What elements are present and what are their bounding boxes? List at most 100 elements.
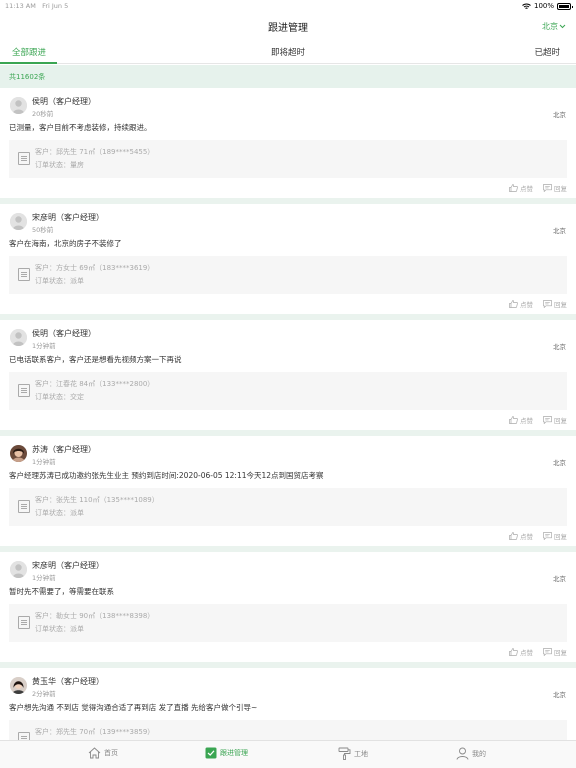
followup-card[interactable]: 侯明（客户经理） 20秒前 北京 已测量，客户目前不考虑装修，持续跟进。 客户：… — [0, 88, 576, 198]
reply-button[interactable]: 回复 — [543, 647, 567, 657]
order-info[interactable]: 客户：张先生 110㎡（135****1089） 订单状态：派单 — [9, 488, 567, 526]
manager-name: 苏涛（客户经理） — [32, 445, 96, 454]
like-label: 点赞 — [520, 185, 533, 193]
reply-label: 回复 — [554, 649, 567, 657]
avatar-placeholder-icon — [10, 329, 27, 346]
wifi-icon — [522, 3, 531, 9]
city-label: 北京 — [553, 227, 566, 235]
document-icon — [18, 384, 30, 397]
order-status: 订单状态：派单 — [35, 509, 84, 517]
reply-button[interactable]: 回复 — [543, 415, 567, 425]
order-info[interactable]: 客户：江春花 84㎡（133****2800） 订单状态：交定 — [9, 372, 567, 410]
followup-list[interactable]: 侯明（客户经理） 20秒前 北京 已测量，客户目前不考虑装修，持续跟进。 客户：… — [0, 88, 576, 740]
status-time: 11:13 AM Fri Jun 5 — [5, 2, 69, 10]
followup-time: 1分钟前 — [32, 574, 56, 582]
comment-icon — [543, 648, 552, 656]
avatar — [10, 445, 27, 462]
thumbs-up-icon — [509, 532, 518, 540]
check-icon — [205, 747, 217, 759]
tab-expired[interactable]: 已超时 — [534, 46, 560, 58]
status-right: 100% — [522, 2, 573, 10]
followup-time: 50秒前 — [32, 226, 54, 234]
city-label: 北京 — [553, 111, 566, 119]
like-button[interactable]: 点赞 — [509, 531, 533, 541]
reply-label: 回复 — [554, 301, 567, 309]
followup-content: 暂时先不需要了，等需要在联系 — [9, 587, 114, 596]
comment-icon — [543, 184, 552, 192]
thumbs-up-icon — [509, 648, 518, 656]
like-button[interactable]: 点赞 — [509, 647, 533, 657]
thumbs-up-icon — [509, 184, 518, 192]
bottom-tab-label: 工地 — [354, 749, 368, 758]
followup-card[interactable]: 宋彦明（客户经理） 50秒前 北京 客户在海南，北京的房子不装修了 客户：方女士… — [0, 204, 576, 314]
card-actions: 点赞 回复 — [509, 415, 567, 425]
nav-bar: 跟进管理 北京 — [0, 13, 576, 38]
comment-icon — [543, 532, 552, 540]
order-info[interactable]: 客户：郑先生 70㎡（139****3859） 订单状态：派单 — [9, 720, 567, 740]
active-tab-indicator — [0, 62, 57, 64]
city-label: 北京 — [553, 575, 566, 583]
bottom-tab-site[interactable]: 工地 — [338, 747, 368, 760]
total-count: 共11602条 — [9, 73, 46, 81]
customer-info: 客户：张先生 110㎡（135****1089） — [35, 496, 159, 504]
card-actions: 点赞 回复 — [509, 183, 567, 193]
reply-button[interactable]: 回复 — [543, 531, 567, 541]
followup-card[interactable]: 黄玉华（客户经理） 2分钟前 北京 客户想先沟通 不到店 觉得沟通合适了再到店 … — [0, 668, 576, 740]
city-label: 北京 — [553, 343, 566, 351]
manager-name: 宋彦明（客户经理） — [32, 213, 104, 222]
bottom-tab-followup[interactable]: 跟进管理 — [205, 747, 248, 759]
bottom-tab-bar: 首页 跟进管理 工地 我的 — [0, 740, 576, 768]
like-button[interactable]: 点赞 — [509, 183, 533, 193]
followup-content: 已电话联系客户，客户还是想看先视频方案一下再说 — [9, 355, 182, 364]
thumbs-up-icon — [509, 416, 518, 424]
order-status: 订单状态：派单 — [35, 625, 84, 633]
card-actions: 点赞 回复 — [509, 647, 567, 657]
like-button[interactable]: 点赞 — [509, 299, 533, 309]
like-button[interactable]: 点赞 — [509, 415, 533, 425]
document-icon — [18, 152, 30, 165]
manager-name: 侯明（客户经理） — [32, 97, 96, 106]
order-info[interactable]: 客户：邱先生 71㎡（189****5455） 订单状态：量房 — [9, 140, 567, 178]
bottom-tab-label: 我的 — [472, 749, 486, 758]
followup-card[interactable]: 宋彦明（客户经理） 1分钟前 北京 暂时先不需要了，等需要在联系 客户：勒女士 … — [0, 552, 576, 662]
order-info[interactable]: 客户：方女士 69㎡（183****3619） 订单状态：派单 — [9, 256, 567, 294]
page-title: 跟进管理 — [268, 23, 308, 34]
followup-card[interactable]: 苏涛（客户经理） 1分钟前 北京 客户经理苏涛已成功邀约张先生业主 预约到店时间… — [0, 436, 576, 546]
customer-info: 客户：方女士 69㎡（183****3619） — [35, 264, 155, 272]
order-info[interactable]: 客户：勒女士 90㎡（138****8398） 订单状态：派单 — [9, 604, 567, 642]
city-selector[interactable]: 北京 — [542, 21, 566, 32]
manager-name: 侯明（客户经理） — [32, 329, 96, 338]
thumbs-up-icon — [509, 300, 518, 308]
customer-info: 客户：郑先生 70㎡（139****3859） — [35, 728, 155, 736]
reply-button[interactable]: 回复 — [543, 183, 567, 193]
tab-all-followups[interactable]: 全部跟进 — [12, 46, 46, 58]
like-label: 点赞 — [520, 417, 533, 425]
document-icon — [18, 616, 30, 629]
followup-time: 1分钟前 — [32, 342, 56, 350]
status-bar: 11:13 AM Fri Jun 5 100% — [0, 0, 576, 13]
bottom-tab-home[interactable]: 首页 — [88, 747, 118, 759]
card-actions: 点赞 回复 — [509, 531, 567, 541]
chevron-down-icon — [559, 24, 566, 29]
customer-info: 客户：勒女士 90㎡（138****8398） — [35, 612, 155, 620]
followup-card[interactable]: 侯明（客户经理） 1分钟前 北京 已电话联系客户，客户还是想看先视频方案一下再说… — [0, 320, 576, 430]
avatar — [10, 677, 27, 694]
customer-info: 客户：江春花 84㎡（133****2800） — [35, 380, 155, 388]
tab-about-to-expire[interactable]: 即将超时 — [271, 46, 305, 58]
bottom-tab-mine[interactable]: 我的 — [456, 747, 486, 760]
like-label: 点赞 — [520, 649, 533, 657]
filter-tabs: 全部跟进 即将超时 已超时 — [0, 38, 576, 64]
manager-name: 黄玉华（客户经理） — [32, 677, 104, 686]
city-label: 北京 — [553, 459, 566, 467]
order-status: 订单状态：交定 — [35, 393, 84, 401]
battery-icon — [557, 2, 573, 10]
card-actions: 点赞 回复 — [509, 299, 567, 309]
bottom-tab-label: 首页 — [104, 749, 118, 757]
avatar-placeholder-icon — [10, 561, 27, 578]
reply-button[interactable]: 回复 — [543, 299, 567, 309]
followup-content: 客户想先沟通 不到店 觉得沟通合适了再到店 发了直播 先给客户做个引导~ — [9, 703, 258, 712]
total-count-bar: 共11602条 — [0, 65, 576, 88]
comment-icon — [543, 416, 552, 424]
battery-percent: 100% — [533, 2, 554, 10]
avatar-placeholder-icon — [10, 213, 27, 230]
